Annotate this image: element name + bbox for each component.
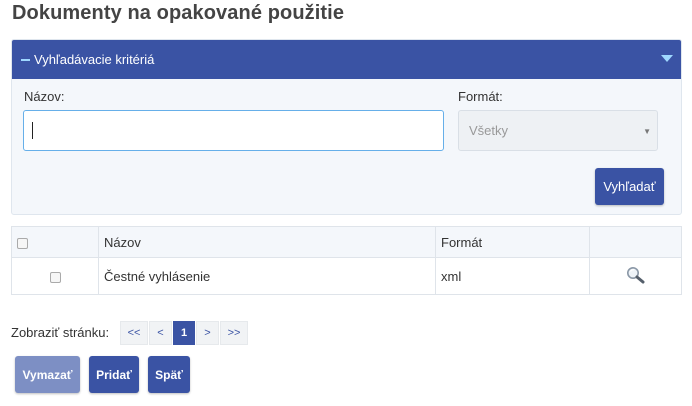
column-header-actions xyxy=(589,226,682,258)
pager-last-button[interactable]: >> xyxy=(220,321,248,345)
magnifier-icon[interactable] xyxy=(626,266,646,287)
select-all-checkbox[interactable] xyxy=(17,237,28,249)
select-arrow-icon: ▼ xyxy=(643,127,651,136)
minus-icon[interactable] xyxy=(21,59,30,61)
row-action-cell xyxy=(589,257,682,295)
pager-next-button[interactable]: > xyxy=(196,321,219,345)
row-name: Čestné vyhlásenie xyxy=(98,257,436,295)
delete-button[interactable]: Vymazať xyxy=(15,356,80,393)
back-button[interactable]: Späť xyxy=(148,356,190,393)
format-label: Formát: xyxy=(458,89,503,104)
column-header-format[interactable]: Formát xyxy=(435,226,590,258)
format-select[interactable]: Všetky ▼ xyxy=(458,110,658,151)
chevron-down-icon[interactable] xyxy=(661,55,673,62)
format-select-value: Všetky xyxy=(469,123,509,138)
pager-current-page[interactable]: 1 xyxy=(173,321,195,345)
pager-label: Zobraziť stránku: xyxy=(11,325,110,340)
name-label: Názov: xyxy=(24,89,65,104)
search-button[interactable]: Vyhľadať xyxy=(595,168,664,205)
table-row: Čestné vyhlásenie xml xyxy=(11,257,682,295)
page-title: Dokumenty na opakované použitie xyxy=(12,2,345,24)
search-panel-header[interactable]: Vyhľadávacie kritériá xyxy=(12,40,681,79)
row-select-cell xyxy=(11,257,99,295)
select-all-cell xyxy=(11,226,99,258)
name-input[interactable] xyxy=(23,110,444,151)
search-panel-title: Vyhľadávacie kritériá xyxy=(34,52,155,67)
pager-prev-button[interactable]: < xyxy=(149,321,172,345)
search-panel: Vyhľadávacie kritériá Názov: Formát: Vše… xyxy=(11,39,682,215)
pagination: << < 1 > >> xyxy=(120,321,249,345)
table-header-row: Názov Formát xyxy=(11,226,682,258)
row-format: xml xyxy=(435,257,590,295)
column-header-name[interactable]: Názov xyxy=(98,226,436,258)
text-caret xyxy=(32,122,33,139)
add-button[interactable]: Pridať xyxy=(89,356,139,393)
results-table: Názov Formát Čestné vyhlásenie xml xyxy=(11,226,682,295)
pager-first-button[interactable]: << xyxy=(120,321,148,345)
row-checkbox[interactable] xyxy=(49,271,61,283)
